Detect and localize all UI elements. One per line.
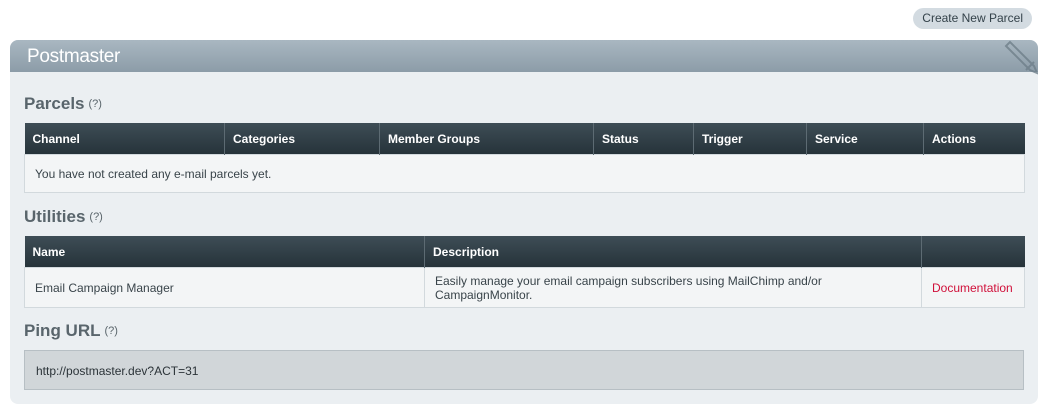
utilities-heading: Utilities (?)	[24, 207, 103, 227]
utility-action-cell: Documentation	[921, 267, 1025, 308]
ping-url-help-link[interactable]: (?)	[105, 325, 118, 337]
utility-description: Easily manage your email campaign subscr…	[424, 267, 922, 308]
column-header-member-groups[interactable]: Member Groups	[379, 123, 594, 155]
ping-url-value: http://postmaster.dev?ACT=31	[36, 364, 199, 378]
create-new-parcel-button[interactable]: Create New Parcel	[913, 8, 1032, 29]
parcels-help-link[interactable]: (?)	[89, 98, 102, 110]
postmaster-panel: Postmaster Parcels (?) Channel Categories…	[10, 40, 1038, 404]
column-header-blank	[921, 236, 1025, 268]
column-header-categories[interactable]: Categories	[224, 123, 380, 155]
parcels-header-row: Channel Categories Member Groups Status …	[24, 123, 1025, 155]
column-header-status[interactable]: Status	[593, 123, 694, 155]
panel-title: Postmaster	[27, 46, 121, 67]
column-header-description[interactable]: Description	[424, 236, 922, 268]
ping-url-title: Ping URL	[24, 321, 101, 340]
ping-url-heading: Ping URL (?)	[24, 321, 118, 341]
table-row: You have not created any e-mail parcels …	[24, 154, 1025, 193]
utilities-help-link[interactable]: (?)	[89, 211, 102, 223]
column-header-trigger[interactable]: Trigger	[693, 123, 807, 155]
top-toolbar: Create New Parcel	[0, 0, 1046, 38]
panel-header: Postmaster	[10, 40, 1038, 75]
column-header-actions: Actions	[923, 123, 1025, 155]
utilities-title: Utilities	[24, 207, 86, 226]
pencil-icon	[1004, 40, 1038, 75]
parcels-table: Channel Categories Member Groups Status …	[24, 123, 1025, 193]
parcels-empty-message: You have not created any e-mail parcels …	[24, 154, 1025, 193]
utilities-header-row: Name Description	[24, 236, 1025, 268]
parcels-title: Parcels	[24, 94, 85, 113]
column-header-channel[interactable]: Channel	[24, 123, 225, 155]
table-row: Email Campaign Manager Easily manage you…	[24, 267, 1025, 308]
utilities-table: Name Description Email Campaign Manager …	[24, 236, 1025, 308]
column-header-service[interactable]: Service	[806, 123, 924, 155]
documentation-link[interactable]: Documentation	[932, 281, 1013, 295]
utility-name: Email Campaign Manager	[24, 267, 425, 308]
ping-url-box[interactable]: http://postmaster.dev?ACT=31	[24, 350, 1024, 390]
parcels-heading: Parcels (?)	[24, 94, 102, 114]
column-header-name[interactable]: Name	[24, 236, 425, 268]
